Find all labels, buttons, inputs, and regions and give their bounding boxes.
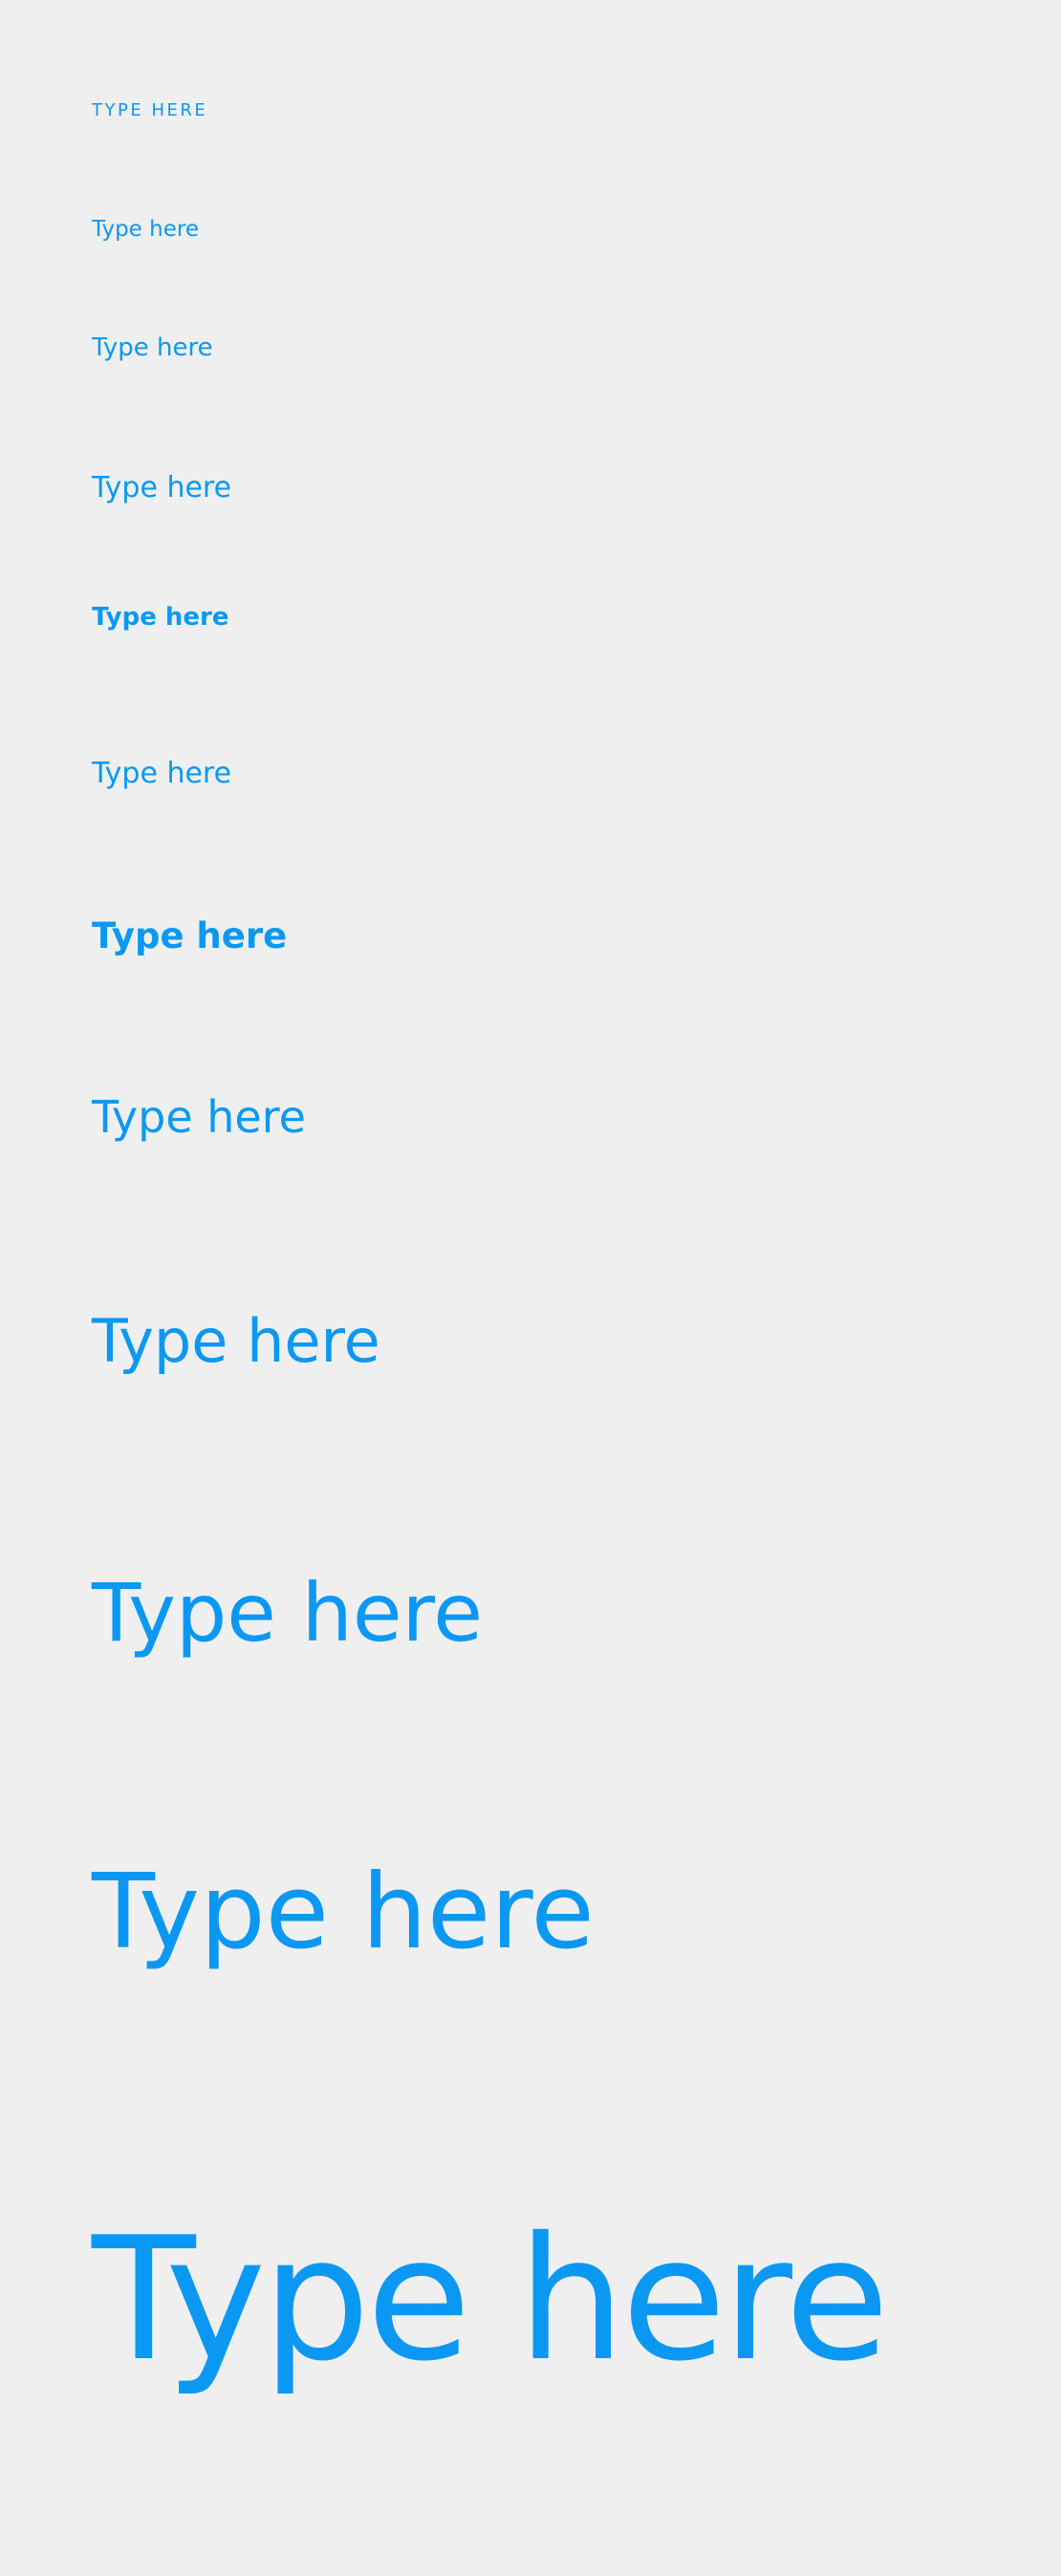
specimen-display: Type here — [92, 2200, 890, 2398]
specimen-subheading: Type here — [92, 757, 232, 790]
specimen-heading-3: Type here — [92, 1853, 595, 1972]
specimen-body: Type here — [92, 333, 213, 362]
specimen-caption-uppercase: TYPE HERE — [92, 100, 208, 120]
specimen-body-bold: Type here — [92, 603, 229, 632]
specimen-body-small: Type here — [92, 217, 199, 242]
specimen-heading-4: Type here — [92, 1566, 483, 1660]
specimen-heading-5: Type here — [92, 1306, 380, 1376]
specimen-subheading-bold: Type here — [92, 915, 288, 956]
specimen-body-large: Type here — [92, 471, 232, 504]
specimen-heading-6: Type here — [92, 1091, 306, 1143]
